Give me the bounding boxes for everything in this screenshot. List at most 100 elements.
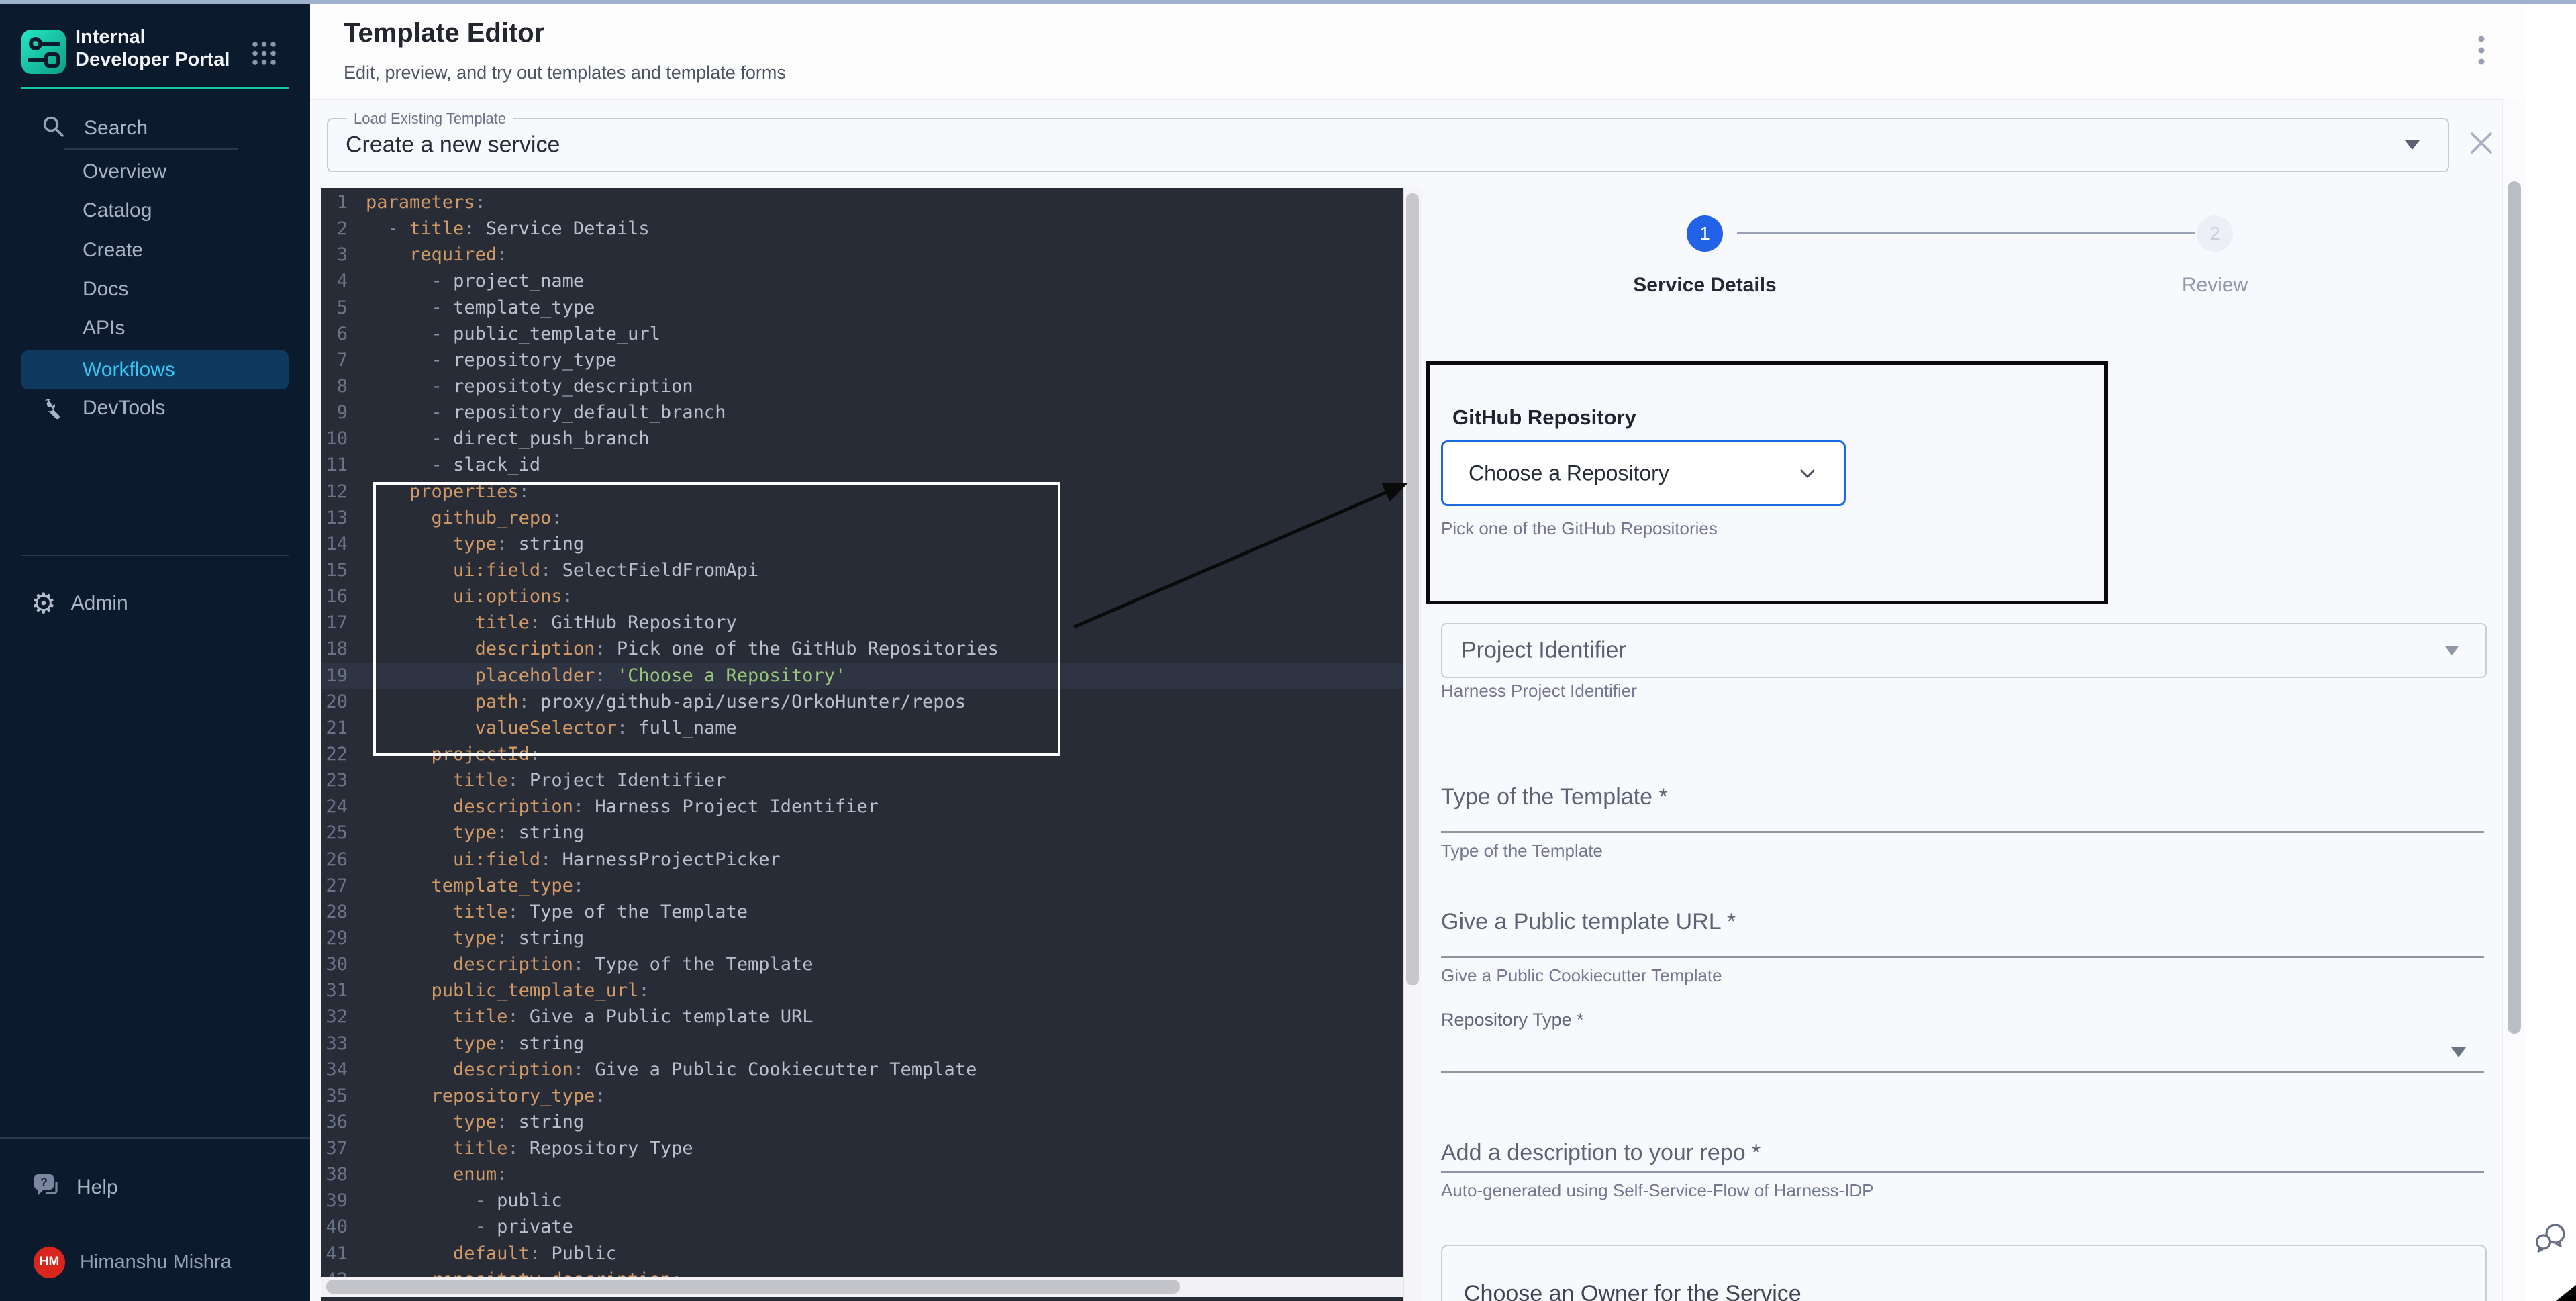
code-line-3[interactable]: 3 required:: [321, 242, 1403, 268]
repo-description-input[interactable]: Add a description to your repo *: [1441, 1140, 1761, 1166]
sidebar-item-label: Workflows: [83, 358, 175, 381]
line-number: 30: [321, 951, 348, 977]
sidebar-item-help[interactable]: ? Help: [21, 1168, 289, 1207]
close-icon[interactable]: [2469, 130, 2494, 156]
code-line-35[interactable]: 35 repository_type:: [321, 1083, 1403, 1109]
code-line-2[interactable]: 2 - title: Service Details: [321, 215, 1403, 242]
code-line-25[interactable]: 25 type: string: [321, 820, 1403, 846]
chat-support-icon[interactable]: [2534, 1220, 2568, 1259]
code-line-26[interactable]: 26 ui:field: HarnessProjectPicker: [321, 847, 1403, 873]
code-line-9[interactable]: 9 - repository_default_branch: [321, 399, 1403, 426]
line-number: 26: [321, 847, 348, 873]
sidebar-item-admin[interactable]: ⚙ Admin: [21, 584, 289, 623]
form-annotation-box: [1426, 361, 2108, 604]
user-menu[interactable]: HM Himanshu Mishra: [21, 1241, 303, 1284]
code-text: - public: [366, 1190, 562, 1211]
line-number: 23: [321, 767, 348, 793]
code-line-32[interactable]: 32 title: Give a Public template URL: [321, 1004, 1403, 1030]
code-text: ui:field: HarnessProjectPicker: [366, 849, 781, 870]
project-identifier-select[interactable]: Project Identifier: [1441, 623, 2487, 678]
help-icon: ?: [34, 1173, 62, 1202]
code-text: - repositoty_description: [366, 376, 693, 397]
editor-horizontal-scrollbar: [321, 1277, 1403, 1297]
load-existing-template-select[interactable]: Load Existing Template Create a new serv…: [327, 118, 2449, 172]
line-number: 8: [321, 373, 348, 399]
sidebar-item-label: APIs: [83, 317, 125, 340]
step-1-number: 1: [1699, 223, 1710, 244]
editor-horizontal-scrollbar-thumb[interactable]: [326, 1280, 1180, 1294]
code-line-1[interactable]: 1parameters:: [321, 189, 1403, 215]
code-line-37[interactable]: 37 title: Repository Type: [321, 1135, 1403, 1161]
sidebar-item-label: Catalog: [83, 199, 152, 222]
code-text: - slack_id: [366, 454, 540, 475]
sidebar-item-create[interactable]: Create: [21, 231, 289, 270]
idp-logo-icon: [21, 30, 66, 74]
line-number: 22: [321, 741, 348, 767]
line-number: 29: [321, 925, 348, 951]
admin-label: Admin: [71, 592, 128, 615]
step-2-circle[interactable]: 2: [2197, 215, 2233, 252]
code-line-28[interactable]: 28 title: Type of the Template: [321, 899, 1403, 925]
sidebar-item-label: Overview: [83, 160, 166, 183]
line-number: 31: [321, 977, 348, 1004]
page-scrollbar-thumb[interactable]: [2508, 181, 2521, 1034]
template-type-underline: [1441, 831, 2484, 833]
line-number: 3: [321, 242, 348, 268]
code-line-41[interactable]: 41 default: Public: [321, 1241, 1403, 1267]
step-1-circle[interactable]: 1: [1687, 215, 1723, 252]
code-line-10[interactable]: 10 - direct_push_branch: [321, 426, 1403, 452]
search-label: Search: [84, 117, 148, 140]
sidebar-item-docs[interactable]: Docs: [21, 270, 289, 309]
code-line-40[interactable]: 40 - private: [321, 1214, 1403, 1240]
code-line-34[interactable]: 34 description: Give a Public Cookiecutt…: [321, 1057, 1403, 1083]
code-text: type: string: [366, 822, 584, 843]
gear-icon: ⚙: [31, 589, 56, 618]
code-line-24[interactable]: 24 description: Harness Project Identifi…: [321, 793, 1403, 820]
sidebar: Internal Developer Portal Search Overvi: [0, 4, 310, 1301]
line-number: 18: [321, 636, 348, 662]
code-line-6[interactable]: 6 - public_template_url: [321, 321, 1403, 347]
code-line-38[interactable]: 38 enum:: [321, 1161, 1403, 1188]
code-line-11[interactable]: 11 - slack_id: [321, 452, 1403, 478]
public-template-url-input[interactable]: Give a Public template URL *: [1441, 909, 1736, 935]
code-text: description: Type of the Template: [366, 954, 813, 975]
code-text: template_type:: [366, 875, 584, 896]
code-line-31[interactable]: 31 public_template_url:: [321, 977, 1403, 1004]
code-line-30[interactable]: 30 description: Type of the Template: [321, 951, 1403, 977]
sidebar-item-apis[interactable]: APIs: [21, 309, 289, 348]
code-line-8[interactable]: 8 - repositoty_description: [321, 373, 1403, 399]
repository-type-select-arrow[interactable]: [2451, 1047, 2466, 1057]
code-text: type: string: [366, 928, 584, 949]
code-line-27[interactable]: 27 template_type:: [321, 873, 1403, 899]
owner-select[interactable]: Choose an Owner for the Service: [1441, 1245, 2487, 1301]
code-text: public_template_url:: [366, 980, 650, 1001]
sidebar-divider-bottom: [0, 1137, 310, 1139]
code-line-29[interactable]: 29 type: string: [321, 925, 1403, 951]
template-type-input[interactable]: Type of the Template *: [1441, 784, 1668, 810]
code-line-5[interactable]: 5 - template_type: [321, 295, 1403, 321]
code-line-33[interactable]: 33 type: string: [321, 1030, 1403, 1057]
step-2-number: 2: [2210, 223, 2220, 244]
idp-logo[interactable]: [21, 30, 66, 74]
code-line-39[interactable]: 39 - public: [321, 1188, 1403, 1214]
sidebar-item-workflows[interactable]: Workflows: [21, 350, 289, 389]
line-number: 19: [321, 663, 348, 689]
line-number: 41: [321, 1241, 348, 1267]
apps-grid-icon[interactable]: [251, 40, 278, 70]
public-template-url-caption: Give a Public Cookiecutter Template: [1441, 965, 1722, 986]
sidebar-item-search[interactable]: Search: [21, 109, 289, 148]
code-text: - direct_push_branch: [366, 428, 650, 449]
more-options-icon[interactable]: [2471, 32, 2491, 73]
sidebar-item-overview[interactable]: Overview: [21, 152, 289, 191]
code-line-36[interactable]: 36 type: string: [321, 1109, 1403, 1135]
template-editor-page: Internal Developer Portal Search Overvi: [0, 0, 2576, 1301]
owner-placeholder: Choose an Owner for the Service: [1464, 1281, 1801, 1301]
code-line-23[interactable]: 23 title: Project Identifier: [321, 767, 1403, 793]
line-number: 1: [321, 189, 348, 215]
code-line-7[interactable]: 7 - repository_type: [321, 347, 1403, 373]
sidebar-item-catalog[interactable]: Catalog: [21, 191, 289, 230]
sidebar-item-label: Create: [83, 239, 143, 262]
code-line-4[interactable]: 4 - project_name: [321, 268, 1403, 294]
editor-vertical-scrollbar-thumb[interactable]: [1406, 193, 1419, 985]
line-number: 7: [321, 347, 348, 373]
